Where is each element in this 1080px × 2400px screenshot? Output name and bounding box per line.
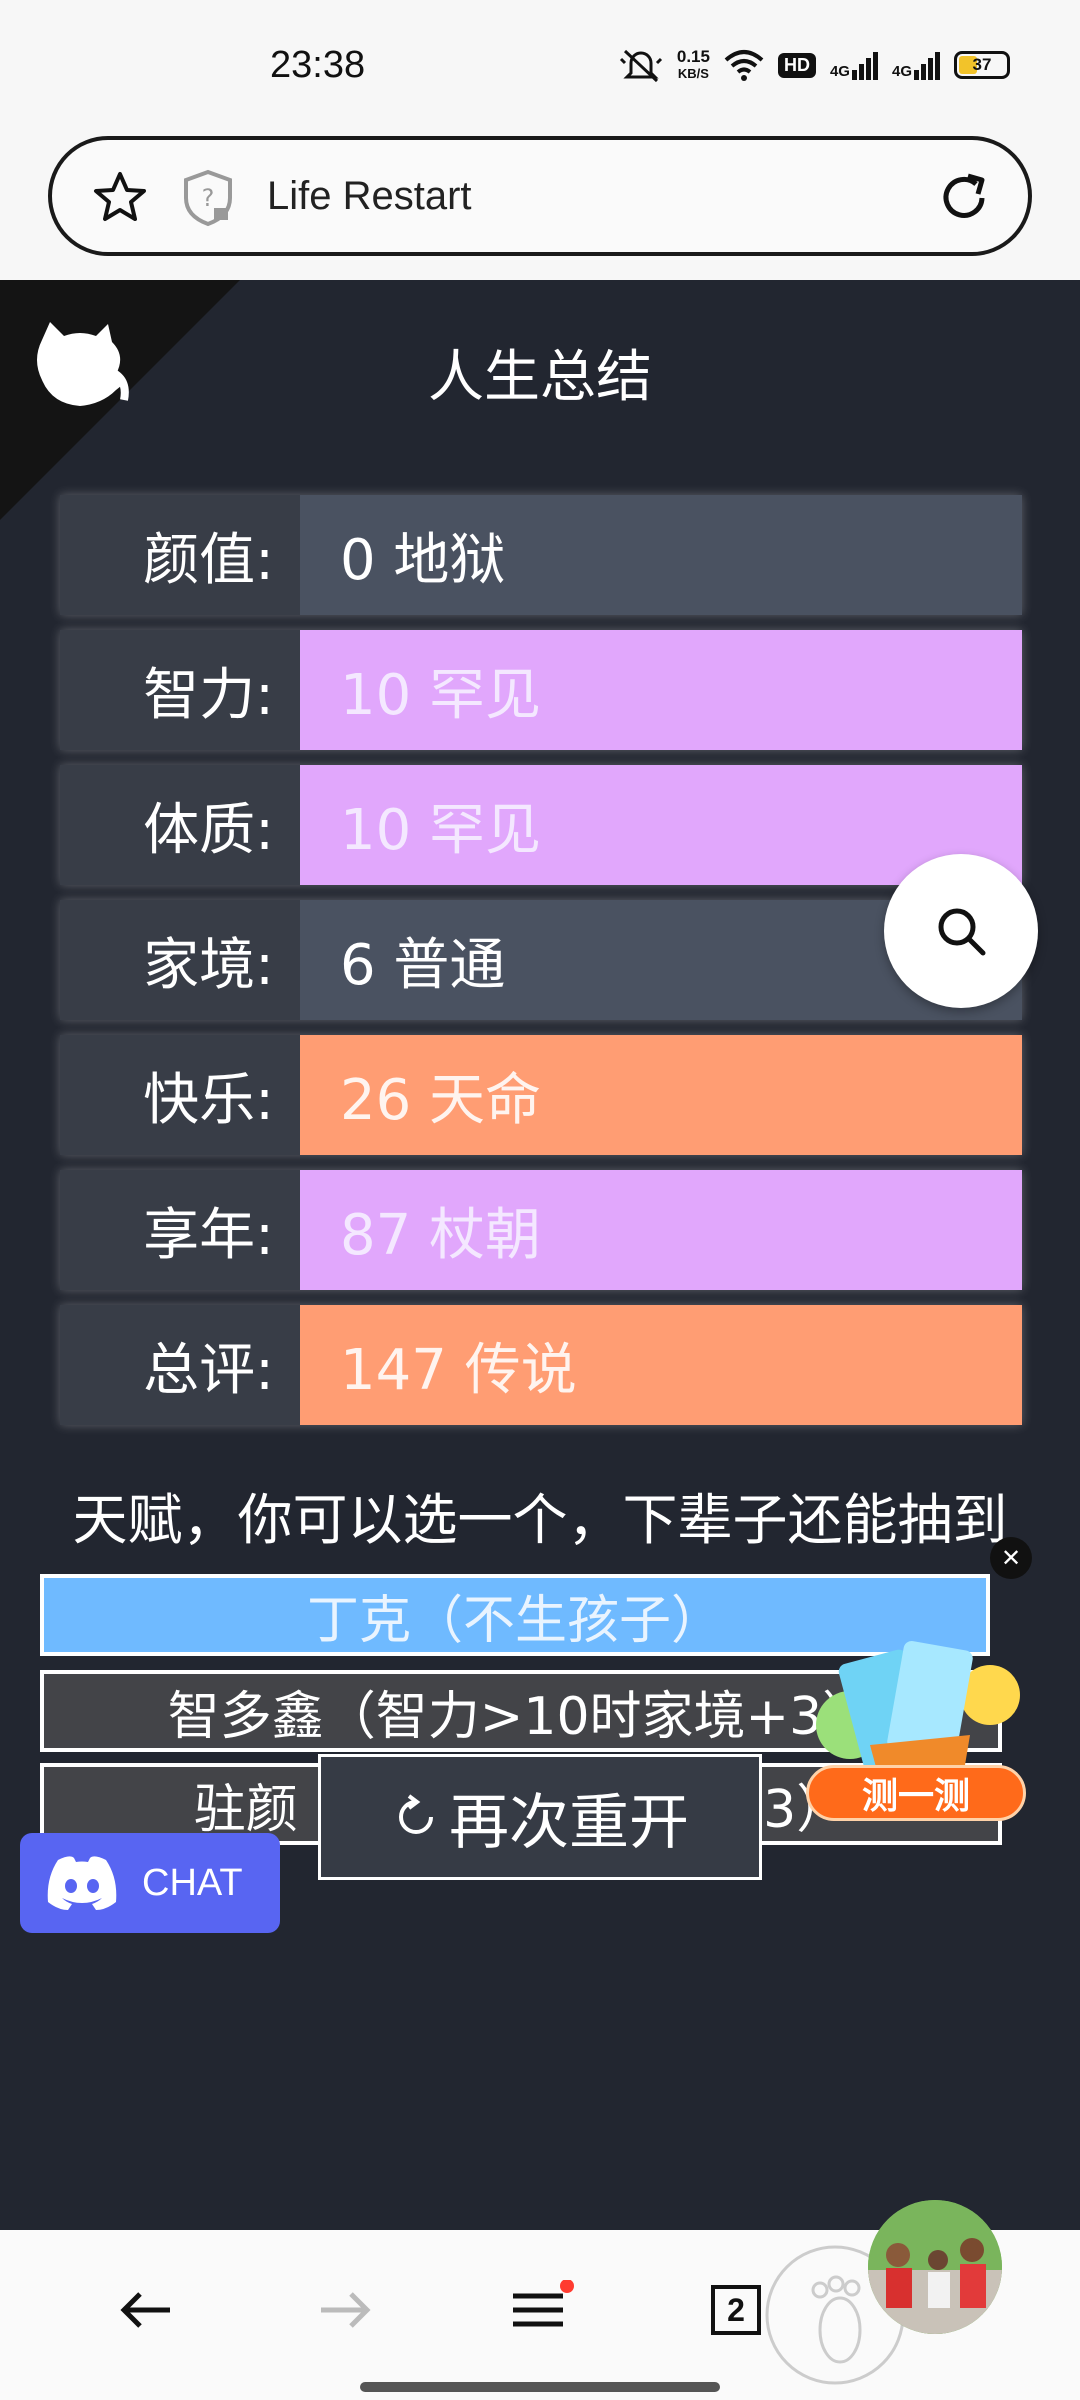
property-label: 总评: xyxy=(60,1305,300,1425)
avatar-photo xyxy=(868,2200,1002,2334)
property-row-appearance: 颜值: 0 地狱 xyxy=(60,495,1022,615)
property-row-lifespan: 享年: 87 杖朝 xyxy=(60,1170,1022,1290)
property-value: 147 传说 xyxy=(300,1305,1022,1425)
gesture-home-bar xyxy=(360,2382,720,2392)
avatar[interactable] xyxy=(868,2200,1002,2334)
battery-icon: 37 xyxy=(954,51,1010,79)
quiz-button[interactable]: 测一测 xyxy=(806,1765,1026,1821)
status-icons: 0.15 KB/S HD 4G 4G 37 xyxy=(619,42,1010,88)
chat-label: CHAT xyxy=(142,1861,243,1904)
game-area: 人生总结 颜值: 0 地狱 智力: 10 罕见 体质: 10 罕见 家境: 6 … xyxy=(0,280,1080,2230)
property-value: 87 杖朝 xyxy=(300,1170,1022,1290)
site-security-shield-icon[interactable]: ? xyxy=(180,168,236,228)
property-label: 享年: xyxy=(60,1170,300,1290)
signal-4g-icon: 4G xyxy=(830,50,878,80)
restart-label: 再次重开 xyxy=(449,1787,689,1858)
property-row-constitution: 体质: 10 罕见 xyxy=(60,765,1022,885)
discord-icon xyxy=(47,1856,117,1910)
status-bar: 23:38 0.15 KB/S HD 4G 4G 37 xyxy=(0,0,1080,130)
wifi-icon xyxy=(724,50,764,81)
property-value: 10 罕见 xyxy=(300,765,1022,885)
property-label: 智力: xyxy=(60,630,300,750)
property-row-intelligence: 智力: 10 罕见 xyxy=(60,630,1022,750)
search-button[interactable] xyxy=(884,854,1038,1008)
property-label: 体质: xyxy=(60,765,300,885)
tab-count: 2 xyxy=(711,2285,761,2335)
property-value: 26 天命 xyxy=(300,1035,1022,1155)
address-bar[interactable]: ? Life Restart xyxy=(48,136,1032,256)
forward-button[interactable] xyxy=(305,2270,385,2350)
property-label: 家境: xyxy=(60,900,300,1020)
menu-button[interactable] xyxy=(500,2270,580,2350)
clock: 23:38 xyxy=(270,44,366,86)
arrow-left-icon xyxy=(120,2292,170,2328)
property-list: 颜值: 0 地狱 智力: 10 罕见 体质: 10 罕见 家境: 6 普通 快乐… xyxy=(60,495,1022,1440)
signal-4g-icon-2: 4G xyxy=(892,50,940,80)
summary-title: 人生总结 xyxy=(428,345,652,410)
star-bookmark-icon[interactable] xyxy=(92,170,148,226)
hd-voice-badge: HD xyxy=(777,52,816,78)
refresh-icon xyxy=(399,1794,433,1834)
restart-button[interactable]: 再次重开 xyxy=(318,1754,762,1880)
property-value: 10 罕见 xyxy=(300,630,1022,750)
svg-text:?: ? xyxy=(202,184,215,212)
reload-icon[interactable] xyxy=(936,170,992,226)
page-title-in-address-bar[interactable]: Life Restart xyxy=(267,174,472,219)
silent-bell-icon xyxy=(619,49,662,83)
discord-chat-button[interactable]: CHAT xyxy=(20,1833,280,1933)
back-button[interactable] xyxy=(106,2270,186,2350)
property-label: 颜值: xyxy=(60,495,300,615)
property-row-family-wealth: 家境: 6 普通 xyxy=(60,900,1022,1020)
close-ad-icon[interactable]: ✕ xyxy=(990,1537,1032,1579)
property-row-overall: 总评: 147 传说 xyxy=(60,1305,1022,1425)
net-speed: 0.15 KB/S xyxy=(676,47,710,81)
search-icon xyxy=(938,908,986,956)
talent-header: 天赋，你可以选一个，下辈子还能抽到 xyxy=(72,1488,1008,1552)
menu-icon xyxy=(513,2280,574,2327)
property-value: 0 地狱 xyxy=(300,495,1022,615)
arrow-right-icon xyxy=(321,2292,371,2328)
property-row-happiness: 快乐: 26 天命 xyxy=(60,1035,1022,1155)
property-label: 快乐: xyxy=(60,1035,300,1155)
